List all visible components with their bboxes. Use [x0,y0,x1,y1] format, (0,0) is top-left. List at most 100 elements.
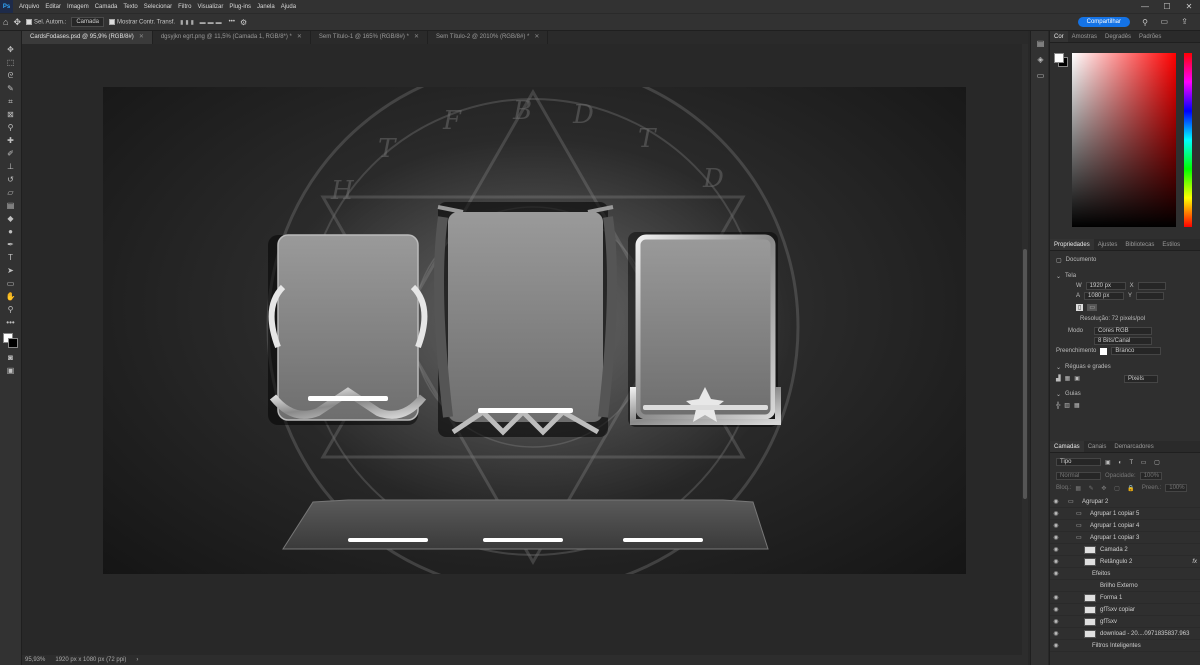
color-swatch-fg-bg[interactable] [1054,53,1068,67]
guide-icon[interactable]: ╬ [1056,403,1060,409]
scrollbar-thumb[interactable] [1023,249,1027,499]
layer-row[interactable]: ◉ ▭ Agrupar 1 copiar 5 [1050,508,1200,520]
auto-select-checkbox[interactable]: Sel. Autom.: [25,18,66,25]
blend-mode-dropdown[interactable]: Normal [1056,472,1101,480]
quick-mask-icon[interactable]: ◙ [4,353,17,363]
layer-row[interactable]: ◉ Retângulo 2 fx [1050,556,1200,568]
layer-row[interactable]: Brilho Externo [1050,580,1200,592]
chevron-down-icon[interactable]: ⌄ [1056,273,1061,280]
layer-row[interactable]: ◉ Efeitos [1050,568,1200,580]
maximize-button[interactable]: ☐ [1156,0,1178,13]
layer-row[interactable]: ◉ Filtros Inteligentes [1050,640,1200,652]
width-field[interactable]: 1920 px [1085,282,1126,290]
menu-selecionar[interactable]: Selecionar [141,4,175,10]
lasso-tool-icon[interactable]: ᘓ [4,71,17,81]
eraser-tool-icon[interactable]: ▱ [4,188,17,198]
frame-tool-icon[interactable]: ⊠ [4,110,17,120]
tab-canais[interactable]: Canais [1084,441,1111,452]
menu-filtro[interactable]: Filtro [175,4,194,10]
quick-select-tool-icon[interactable]: ✎ [4,84,17,94]
x-field[interactable] [1137,282,1166,290]
home-icon[interactable]: ⌂ [3,17,8,27]
photoshop-logo[interactable]: Ps [0,0,13,13]
visibility-eye-icon[interactable]: ◉ [1050,570,1062,577]
visibility-eye-icon[interactable]: ◉ [1050,630,1062,637]
lock-icons[interactable]: ▦ ✎ ✥ ▢ 🔒 [1075,485,1138,492]
hue-slider[interactable] [1184,53,1192,227]
tab-cor[interactable]: Cor [1050,31,1068,42]
layer-row[interactable]: ◉ ▭ Agrupar 1 copiar 4 [1050,520,1200,532]
eyedropper-tool-icon[interactable]: ⚲ [4,123,17,133]
layer-row[interactable]: ◉ ▭ Agrupar 1 copiar 3 [1050,532,1200,544]
move-tool-icon[interactable]: ✥ [13,17,21,28]
tab-estilos[interactable]: Estilos [1158,239,1184,250]
tab-sem-titulo-1[interactable]: Sem Título-1 @ 165% (RGB/8#) * ✕ [311,31,428,44]
visibility-eye-icon[interactable]: ◉ [1050,642,1062,649]
mode-dropdown[interactable]: Cores RGB [1094,327,1152,335]
tab-degrades[interactable]: Degradês [1101,31,1135,42]
tab-ajustes[interactable]: Ajustes [1094,239,1122,250]
tab-propriedades[interactable]: Propriedades [1050,239,1094,250]
rulers-unit-dropdown[interactable]: Pixels [1123,374,1158,383]
layer-row[interactable]: ◉ Forma 1 [1050,592,1200,604]
fill-dropdown[interactable]: Branco [1111,347,1162,355]
tab-amostras[interactable]: Amostras [1068,31,1101,42]
tab-demarcadores[interactable]: Demarcadores [1110,441,1157,452]
healing-brush-tool-icon[interactable]: ✚ [4,136,17,146]
tab-camadas[interactable]: Camadas [1050,441,1084,452]
align-icons[interactable]: ▮▮▮ ▬▬▬ [180,19,224,26]
menu-texto[interactable]: Texto [120,4,140,10]
chevron-down-icon[interactable]: ⌄ [1056,364,1061,371]
layer-row[interactable]: ◉ gfTsxv copiar [1050,604,1200,616]
background-color-swatch[interactable] [8,338,18,348]
close-tab-icon[interactable]: ✕ [297,34,302,40]
zoom-level[interactable]: 95,93% [25,655,45,665]
minimize-button[interactable]: — [1134,0,1156,13]
rectangle-tool-icon[interactable]: ▭ [4,279,17,289]
menu-visualizar[interactable]: Visualizar [194,4,226,10]
tab-padroes[interactable]: Padrões [1135,31,1165,42]
guide-shape-icon[interactable]: ▦ [1074,402,1080,409]
height-field[interactable]: 1080 px [1084,292,1125,300]
crop-tool-icon[interactable]: ⌗ [4,97,17,107]
screen-mode-icon[interactable]: ▣ [4,366,17,376]
more-tools-icon[interactable]: ••• [4,318,17,328]
tab-sem-titulo-2[interactable]: Sem Título-2 @ 2010% (RGB/8#) * ✕ [428,31,549,44]
zoom-tool-icon[interactable]: ⚲ [4,305,17,315]
blur-tool-icon[interactable]: ◆ [4,214,17,224]
visibility-eye-icon[interactable]: ◉ [1050,594,1062,601]
brush-tool-icon[interactable]: ✐ [4,149,17,159]
gradient-tool-icon[interactable]: ▤ [4,201,17,211]
chat-panel-icon[interactable]: ▭ [1034,71,1047,81]
grid-icon[interactable]: ▦ [1065,375,1071,382]
landscape-icon[interactable]: ▭ [1087,304,1097,311]
tab-dgsyjkn[interactable]: dgsyjkn egrt.png @ 11,5% (Camada 1, RGB/… [153,31,311,44]
opacity-field[interactable]: 100% [1139,472,1162,480]
search-icon[interactable]: ⚲ [1142,18,1148,27]
move-tool-icon[interactable]: ✥ [4,45,17,55]
depth-dropdown[interactable]: 8 Bits/Canal [1094,337,1152,345]
pen-tool-icon[interactable]: ✒ [4,240,17,250]
layer-row[interactable]: ◉ download - 20....0971835837.963 [1050,628,1200,640]
layer-row[interactable]: ◉ gfTsxv [1050,616,1200,628]
menu-plugins[interactable]: Plug-ins [226,4,254,10]
ruler-icon[interactable]: ▟ [1056,375,1061,382]
share-button[interactable]: Compartilhar [1077,17,1130,27]
stamp-tool-icon[interactable]: ⊥ [4,162,17,172]
menu-janela[interactable]: Janela [254,4,278,10]
document-canvas[interactable]: H T F B D T D Q [103,87,966,574]
comments-panel-icon[interactable]: ◈ [1034,55,1047,65]
settings-gear-icon[interactable]: ⚙ [240,18,247,27]
fill-swatch[interactable] [1100,347,1108,355]
layer-row[interactable]: ◉ ▭ Agrupar 2 [1050,496,1200,508]
status-arrow-icon[interactable]: › [136,655,138,665]
close-tab-icon[interactable]: ✕ [534,34,539,40]
hand-tool-icon[interactable]: ✋ [4,292,17,302]
layer-filter-dropdown[interactable]: Tipo [1056,458,1101,466]
path-select-tool-icon[interactable]: ➤ [4,266,17,276]
filter-icons[interactable]: ▣ ◐ T ▭ ▢ [1105,459,1163,466]
menu-imagem[interactable]: Imagem [64,4,92,10]
visibility-eye-icon[interactable]: ◉ [1050,498,1062,505]
visibility-eye-icon[interactable]: ◉ [1050,606,1062,613]
history-brush-tool-icon[interactable]: ↺ [4,175,17,185]
